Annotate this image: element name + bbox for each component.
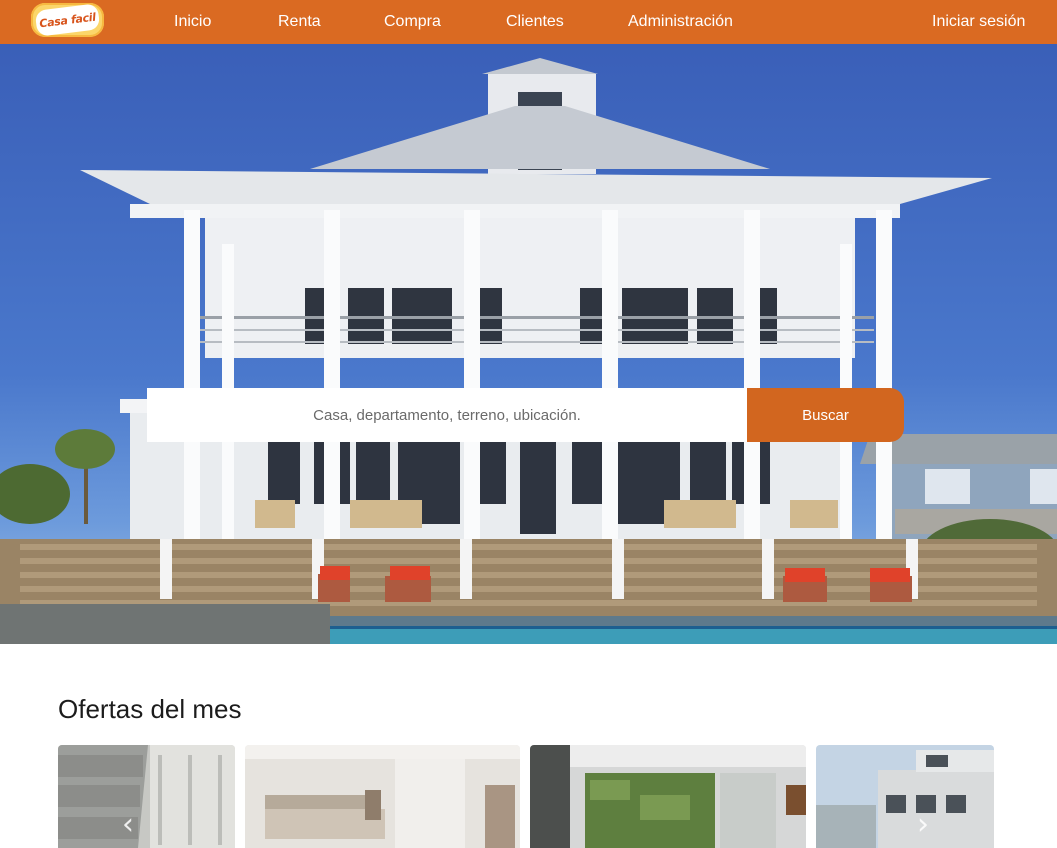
- nav-link-renta[interactable]: Renta: [278, 12, 321, 32]
- offer-card[interactable]: [816, 745, 994, 848]
- nav-link-compra[interactable]: Compra: [384, 12, 441, 32]
- offer-card[interactable]: [245, 745, 520, 848]
- search-input[interactable]: [147, 388, 747, 442]
- nav-link-clientes[interactable]: Clientes: [506, 12, 564, 32]
- search-button[interactable]: Buscar: [747, 388, 904, 442]
- property-photo: [530, 745, 806, 848]
- top-navbar: Casa facil Inicio Renta Compra Clientes …: [0, 0, 1057, 44]
- nav-link-administracion[interactable]: Administración: [628, 12, 733, 32]
- property-photo: [816, 745, 994, 848]
- property-photo: [245, 745, 520, 848]
- login-link[interactable]: Iniciar sesión: [932, 12, 1025, 32]
- chevron-left-icon[interactable]: ‹: [118, 810, 138, 840]
- logo-text: Casa facil: [38, 10, 97, 30]
- hero-house-image: [0, 58, 1057, 644]
- offer-card[interactable]: [530, 745, 806, 848]
- hero-banner: Buscar: [0, 44, 1057, 644]
- brand-logo[interactable]: Casa facil: [31, 3, 104, 37]
- offer-card[interactable]: [58, 745, 235, 848]
- logo-badge: Casa facil: [34, 3, 101, 37]
- property-photo: [58, 745, 235, 848]
- nav-link-inicio[interactable]: Inicio: [174, 12, 211, 32]
- chevron-right-icon[interactable]: ›: [913, 810, 933, 840]
- section-title: Ofertas del mes: [58, 694, 242, 724]
